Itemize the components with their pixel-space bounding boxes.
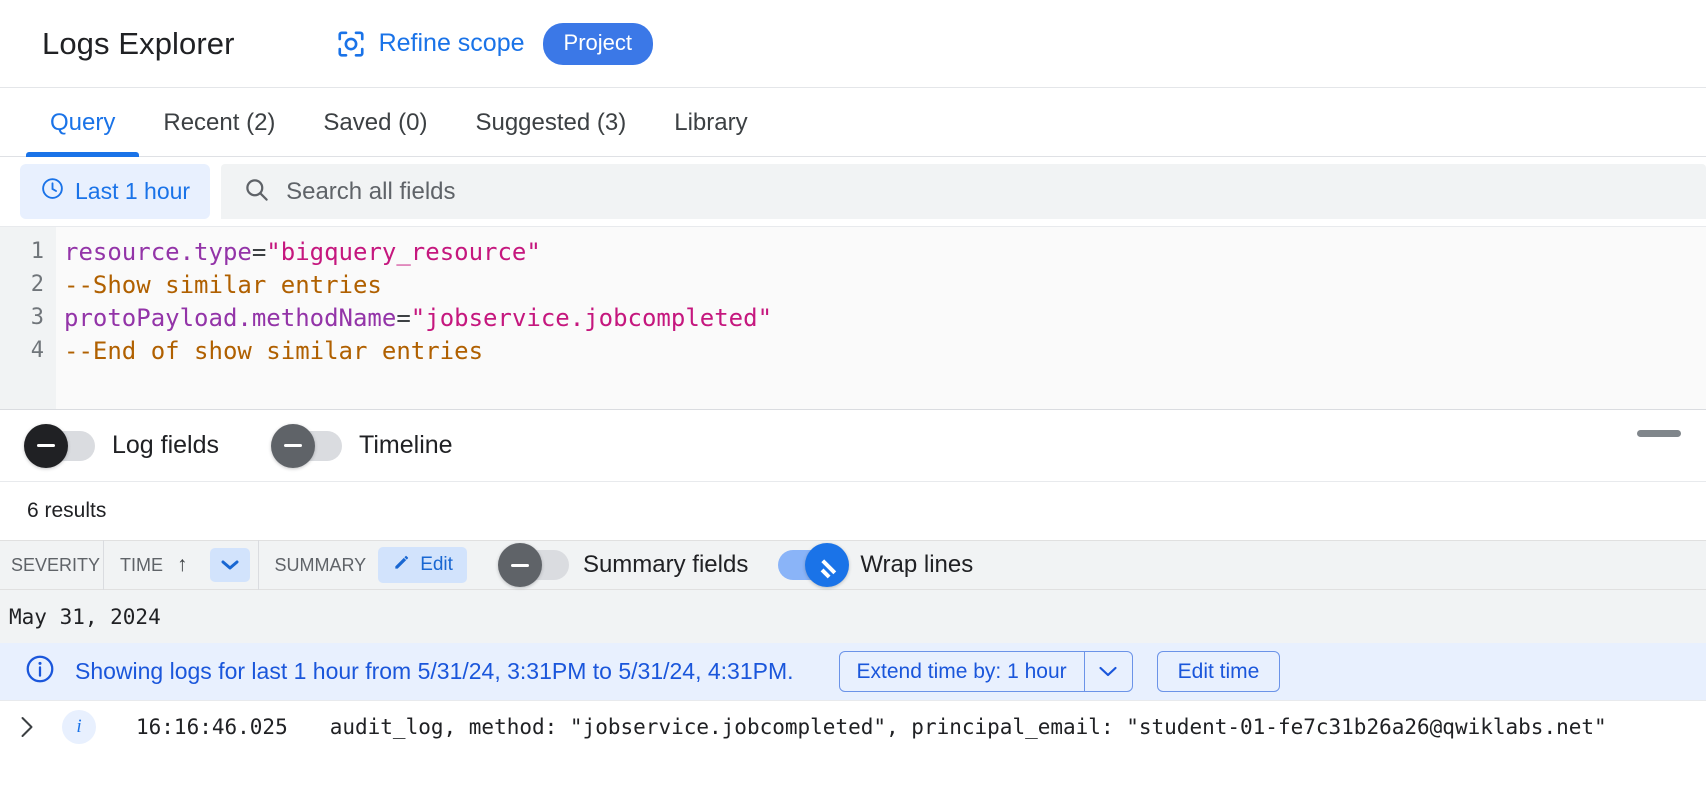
- chevron-right-icon[interactable]: [14, 715, 40, 739]
- logs-explorer-app: Logs Explorer Refine scope Project Query…: [0, 0, 1706, 808]
- chevron-down-icon: [1099, 666, 1117, 677]
- edit-time-button[interactable]: Edit time: [1156, 651, 1281, 692]
- results-count: 6 results: [27, 499, 107, 522]
- column-header-time-label: TIME: [120, 554, 163, 575]
- tab-bar: Query Recent (2) Saved (0) Suggested (3)…: [0, 88, 1706, 157]
- code-line: 4 --End of show similar entries: [0, 334, 1706, 367]
- switch-knob: [24, 423, 68, 468]
- page-title: Logs Explorer: [42, 25, 235, 61]
- page-header: Logs Explorer Refine scope Project: [0, 0, 1706, 88]
- search-icon: [243, 176, 270, 208]
- info-banner-actions: Extend time by: 1 hour Edit time: [838, 651, 1281, 692]
- results-count-bar: 6 results: [0, 482, 1706, 540]
- code-token-identifier: resource.type: [64, 237, 252, 266]
- code-lines[interactable]: 1 resource.type="bigquery_resource" 2 --…: [0, 227, 1706, 367]
- line-number: 2: [30, 272, 44, 297]
- query-toolbar: Last 1 hour Search all fields: [0, 157, 1706, 226]
- log-table-header: SEVERITY TIME ↑ SUMMARY Edit Summary fie…: [0, 540, 1706, 590]
- column-header-severity[interactable]: SEVERITY: [0, 540, 104, 590]
- code-token-operator: =: [251, 237, 267, 266]
- code-token-comment: --End of show similar entries: [64, 336, 484, 365]
- column-header-summary: SUMMARY Edit Summary fields Wrap lines: [259, 540, 988, 590]
- code-line: 2 --Show similar entries: [0, 268, 1706, 301]
- editor-horizontal-scrollbar[interactable]: [1637, 430, 1681, 437]
- code-line: 1 resource.type="bigquery_resource": [0, 235, 1706, 268]
- column-header-summary-label: SUMMARY: [274, 554, 367, 575]
- tab-saved[interactable]: Saved (0): [299, 88, 451, 157]
- extend-time-dropdown[interactable]: [1083, 652, 1132, 691]
- extend-time-split-button[interactable]: Extend time by: 1 hour: [838, 651, 1133, 692]
- code-content: --Show similar entries: [56, 271, 382, 299]
- time-column-dropdown-button[interactable]: [209, 548, 250, 582]
- time-range-button[interactable]: Last 1 hour: [20, 164, 211, 219]
- log-fields-switch[interactable]: [24, 423, 95, 468]
- log-date-group-header: May 31, 2024: [0, 590, 1706, 643]
- code-token-operator: =: [396, 303, 411, 332]
- search-field-wrapper[interactable]: Search all fields: [221, 164, 1706, 219]
- severity-info-icon: i: [62, 709, 96, 744]
- code-line: 3 protoPayload.methodName="jobservice.jo…: [0, 301, 1706, 334]
- switch-knob: [271, 423, 316, 468]
- pencil-icon: [392, 552, 412, 578]
- code-token-comment: --Show similar entries: [64, 270, 382, 299]
- header-toggles: Summary fields Wrap lines: [497, 543, 974, 587]
- toggle-timeline[interactable]: Timeline: [271, 423, 453, 468]
- view-options-row: Log fields Timeline: [0, 410, 1706, 482]
- refine-scope-label[interactable]: Refine scope: [379, 29, 525, 58]
- log-fields-label: Log fields: [112, 431, 220, 459]
- extend-time-label[interactable]: Extend time by: 1 hour: [840, 652, 1084, 691]
- line-number: 3: [30, 305, 44, 330]
- log-entry-summary: audit_log, method: "jobservice.jobcomple…: [329, 714, 1607, 739]
- tab-suggested[interactable]: Suggested (3): [451, 88, 650, 157]
- line-number: 4: [30, 338, 44, 363]
- toggle-summary-fields[interactable]: Summary fields: [497, 543, 749, 587]
- switch-knob: [497, 543, 542, 587]
- code-token-string: "bigquery_resource": [266, 237, 541, 266]
- time-range-label: Last 1 hour: [75, 178, 191, 204]
- log-date-label: May 31, 2024: [9, 604, 161, 629]
- code-token-identifier: protoPayload.methodName: [64, 303, 397, 332]
- sort-ascending-icon[interactable]: ↑: [177, 553, 188, 577]
- summary-fields-label: Summary fields: [582, 551, 749, 578]
- line-number: 1: [30, 239, 44, 264]
- column-header-time[interactable]: TIME ↑: [104, 540, 259, 590]
- toggle-log-fields[interactable]: Log fields: [24, 423, 220, 468]
- crop-focus-icon: [336, 29, 366, 59]
- info-banner-message: Showing logs for last 1 hour from 5/31/2…: [75, 658, 794, 684]
- log-entry-time: 16:16:46.025: [136, 714, 288, 739]
- time-range-info-banner: Showing logs for last 1 hour from 5/31/2…: [0, 643, 1706, 700]
- code-content: resource.type="bigquery_resource": [56, 238, 541, 266]
- summary-fields-switch[interactable]: [497, 543, 569, 587]
- wrap-lines-switch[interactable]: [778, 543, 850, 587]
- scope-chip-project[interactable]: Project: [542, 22, 653, 65]
- code-content: protoPayload.methodName="jobservice.jobc…: [56, 304, 772, 332]
- switch-knob-checked: [805, 543, 850, 587]
- tab-recent[interactable]: Recent (2): [139, 88, 299, 157]
- query-code-editor[interactable]: 1 resource.type="bigquery_resource" 2 --…: [0, 226, 1706, 410]
- tab-query[interactable]: Query: [26, 88, 140, 157]
- tab-library[interactable]: Library: [650, 88, 771, 157]
- code-content: --End of show similar entries: [56, 337, 483, 365]
- timeline-label: Timeline: [359, 431, 453, 459]
- toggle-wrap-lines[interactable]: Wrap lines: [778, 543, 974, 587]
- edit-label: Edit: [420, 554, 453, 575]
- refine-scope-group[interactable]: Refine scope Project: [336, 22, 653, 65]
- log-table-row[interactable]: i 16:16:46.025 audit_log, method: "jobse…: [0, 700, 1706, 752]
- chevron-down-icon: [221, 560, 238, 570]
- info-circle-icon: [24, 653, 56, 690]
- edit-summary-fields-button[interactable]: Edit: [378, 547, 467, 583]
- timeline-switch[interactable]: [271, 423, 343, 468]
- wrap-lines-label: Wrap lines: [860, 551, 974, 578]
- search-input[interactable]: Search all fields: [286, 178, 455, 206]
- code-token-string: "jobservice.jobcompleted": [410, 303, 773, 332]
- clock-icon: [40, 176, 65, 207]
